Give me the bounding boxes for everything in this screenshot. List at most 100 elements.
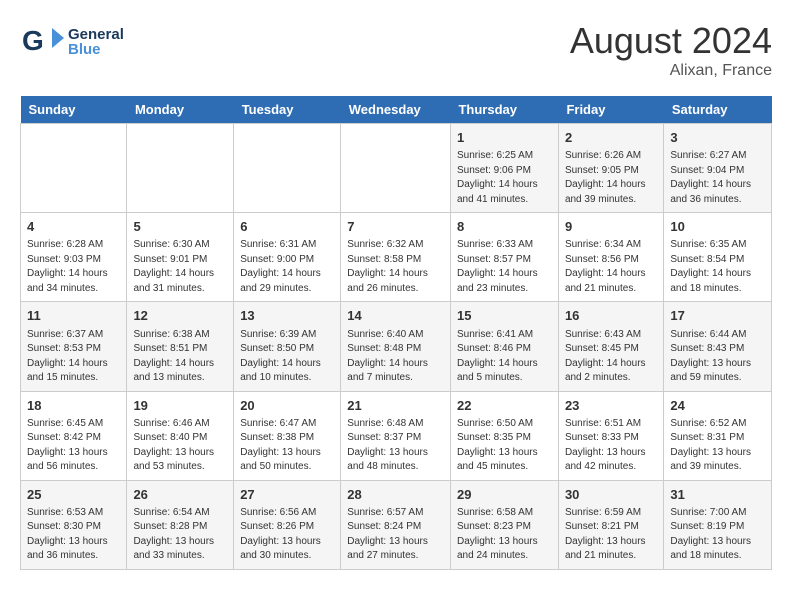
logo-blue-text: Blue [68, 42, 124, 57]
table-row: 29 Sunrise: 6:58 AM Sunset: 8:23 PM Dayli… [450, 480, 558, 569]
col-sunday: Sunday [21, 96, 127, 124]
table-row: 20Sunrise: 6:47 AM Sunset: 8:38 PM Dayli… [234, 391, 341, 480]
table-row: 19 Sunrise: 6:46 AM Sunset: 8:40 PM Dayli… [127, 391, 234, 480]
day-info: Sunrise: 6:54 AM Sunset: 8:28 PM Dayligh… [133, 506, 227, 564]
logo: G General Blue [20, 20, 124, 64]
day-info: Sunrise: 6:33 AM Sunset: 8:57 PM Dayligh… [457, 238, 552, 296]
day-info: Sunrise: 6:44 AM Sunset: 8:43 PM Dayligh… [670, 328, 765, 386]
day-number: 20 [240, 397, 334, 415]
day-number: 2 [565, 129, 657, 147]
day-number: 13 [240, 307, 334, 325]
table-row: 5Sunrise: 6:30 AM Sunset: 9:01 PM Daylig… [127, 213, 234, 302]
day-number: 24 [670, 397, 765, 415]
table-row [21, 124, 127, 213]
day-info: Sunrise: 6:48 AM Sunset: 8:37 PM Dayligh… [347, 417, 444, 475]
day-number: 28 [347, 486, 444, 504]
day-number: 3 [670, 129, 765, 147]
day-number: 30 [565, 486, 657, 504]
table-row: 23 Sunrise: 6:51 AM Sunset: 8:33 PM Dayli… [558, 391, 663, 480]
day-info: Sunrise: 6:35 AM Sunset: 8:54 PM Dayligh… [670, 238, 765, 296]
day-number: 8 [457, 218, 552, 236]
table-row: 21Sunrise: 6:48 AM Sunset: 8:37 PM Dayli… [341, 391, 451, 480]
day-info: Sunrise: 6:45 AM Sunset: 8:42 PM Dayligh… [27, 417, 120, 475]
day-info: Sunrise: 6:53 AM Sunset: 8:30 PM Dayligh… [27, 506, 120, 564]
col-saturday: Saturday [664, 96, 772, 124]
day-number: 15 [457, 307, 552, 325]
day-number: 4 [27, 218, 120, 236]
day-info: Sunrise: 6:37 AM Sunset: 8:53 PM Dayligh… [27, 328, 120, 386]
day-info: Sunrise: 6:31 AM Sunset: 9:00 PM Dayligh… [240, 238, 334, 296]
day-number: 7 [347, 218, 444, 236]
table-row: 17 Sunrise: 6:44 AM Sunset: 8:43 PM Dayli… [664, 302, 772, 391]
day-info: Sunrise: 6:39 AM Sunset: 8:50 PM Dayligh… [240, 328, 334, 386]
day-number: 17 [670, 307, 765, 325]
table-row: 4 Sunrise: 6:28 AM Sunset: 9:03 PM Daylig… [21, 213, 127, 302]
calendar-week-row: 4 Sunrise: 6:28 AM Sunset: 9:03 PM Daylig… [21, 213, 772, 302]
day-info: Sunrise: 6:59 AM Sunset: 8:21 PM Dayligh… [565, 506, 657, 564]
calendar-week-row: 25 Sunrise: 6:53 AM Sunset: 8:30 PM Dayli… [21, 480, 772, 569]
col-thursday: Thursday [450, 96, 558, 124]
day-info: Sunrise: 6:38 AM Sunset: 8:51 PM Dayligh… [133, 328, 227, 386]
day-info: Sunrise: 6:51 AM Sunset: 8:33 PM Dayligh… [565, 417, 657, 475]
title-area: August 2024 Alixan, France [570, 20, 772, 80]
day-number: 31 [670, 486, 765, 504]
col-tuesday: Tuesday [234, 96, 341, 124]
day-number: 12 [133, 307, 227, 325]
table-row: 13 Sunrise: 6:39 AM Sunset: 8:50 PM Dayli… [234, 302, 341, 391]
calendar-header-row: Sunday Monday Tuesday Wednesday Thursday… [21, 96, 772, 124]
logo-general-text: General [68, 27, 124, 42]
day-number: 6 [240, 218, 334, 236]
table-row: 31 Sunrise: 7:00 AM Sunset: 8:19 PM Dayli… [664, 480, 772, 569]
calendar-week-row: 18Sunrise: 6:45 AM Sunset: 8:42 PM Dayli… [21, 391, 772, 480]
table-row: 10 Sunrise: 6:35 AM Sunset: 8:54 PM Dayli… [664, 213, 772, 302]
table-row: 1Sunrise: 6:25 AM Sunset: 9:06 PM Daylig… [450, 124, 558, 213]
day-info: Sunrise: 6:56 AM Sunset: 8:26 PM Dayligh… [240, 506, 334, 564]
day-info: Sunrise: 7:00 AM Sunset: 8:19 PM Dayligh… [670, 506, 765, 564]
table-row: 18Sunrise: 6:45 AM Sunset: 8:42 PM Dayli… [21, 391, 127, 480]
day-number: 1 [457, 129, 552, 147]
col-monday: Monday [127, 96, 234, 124]
table-row [341, 124, 451, 213]
day-number: 29 [457, 486, 552, 504]
table-row [234, 124, 341, 213]
table-row: 28 Sunrise: 6:57 AM Sunset: 8:24 PM Dayli… [341, 480, 451, 569]
day-number: 11 [27, 307, 120, 325]
day-number: 23 [565, 397, 657, 415]
day-info: Sunrise: 6:57 AM Sunset: 8:24 PM Dayligh… [347, 506, 444, 564]
month-title: August 2024 [570, 20, 772, 62]
table-row: 11 Sunrise: 6:37 AM Sunset: 8:53 PM Dayli… [21, 302, 127, 391]
calendar-table: Sunday Monday Tuesday Wednesday Thursday… [20, 96, 772, 570]
day-number: 25 [27, 486, 120, 504]
table-row: 15 Sunrise: 6:41 AM Sunset: 8:46 PM Dayli… [450, 302, 558, 391]
calendar-week-row: 1Sunrise: 6:25 AM Sunset: 9:06 PM Daylig… [21, 124, 772, 213]
day-info: Sunrise: 6:58 AM Sunset: 8:23 PM Dayligh… [457, 506, 552, 564]
page-header: G General Blue August 2024 Alixan, Franc… [20, 20, 772, 80]
table-row: 2 Sunrise: 6:26 AM Sunset: 9:05 PM Daylig… [558, 124, 663, 213]
svg-text:G: G [22, 25, 44, 56]
day-info: Sunrise: 6:32 AM Sunset: 8:58 PM Dayligh… [347, 238, 444, 296]
table-row: 14Sunrise: 6:40 AM Sunset: 8:48 PM Dayli… [341, 302, 451, 391]
day-number: 10 [670, 218, 765, 236]
logo-icon: G [20, 20, 64, 64]
table-row: 30 Sunrise: 6:59 AM Sunset: 8:21 PM Dayli… [558, 480, 663, 569]
table-row: 12 Sunrise: 6:38 AM Sunset: 8:51 PM Dayli… [127, 302, 234, 391]
day-number: 14 [347, 307, 444, 325]
table-row: 3 Sunrise: 6:27 AM Sunset: 9:04 PM Daylig… [664, 124, 772, 213]
day-info: Sunrise: 6:41 AM Sunset: 8:46 PM Dayligh… [457, 328, 552, 386]
day-number: 16 [565, 307, 657, 325]
col-wednesday: Wednesday [341, 96, 451, 124]
day-info: Sunrise: 6:26 AM Sunset: 9:05 PM Dayligh… [565, 149, 657, 207]
day-info: Sunrise: 6:27 AM Sunset: 9:04 PM Dayligh… [670, 149, 765, 207]
day-info: Sunrise: 6:46 AM Sunset: 8:40 PM Dayligh… [133, 417, 227, 475]
table-row: 22Sunrise: 6:50 AM Sunset: 8:35 PM Dayli… [450, 391, 558, 480]
day-info: Sunrise: 6:30 AM Sunset: 9:01 PM Dayligh… [133, 238, 227, 296]
day-number: 26 [133, 486, 227, 504]
col-friday: Friday [558, 96, 663, 124]
table-row: 9Sunrise: 6:34 AM Sunset: 8:56 PM Daylig… [558, 213, 663, 302]
day-info: Sunrise: 6:43 AM Sunset: 8:45 PM Dayligh… [565, 328, 657, 386]
day-number: 19 [133, 397, 227, 415]
table-row: 24 Sunrise: 6:52 AM Sunset: 8:31 PM Dayli… [664, 391, 772, 480]
day-info: Sunrise: 6:28 AM Sunset: 9:03 PM Dayligh… [27, 238, 120, 296]
day-info: Sunrise: 6:52 AM Sunset: 8:31 PM Dayligh… [670, 417, 765, 475]
day-info: Sunrise: 6:34 AM Sunset: 8:56 PM Dayligh… [565, 238, 657, 296]
